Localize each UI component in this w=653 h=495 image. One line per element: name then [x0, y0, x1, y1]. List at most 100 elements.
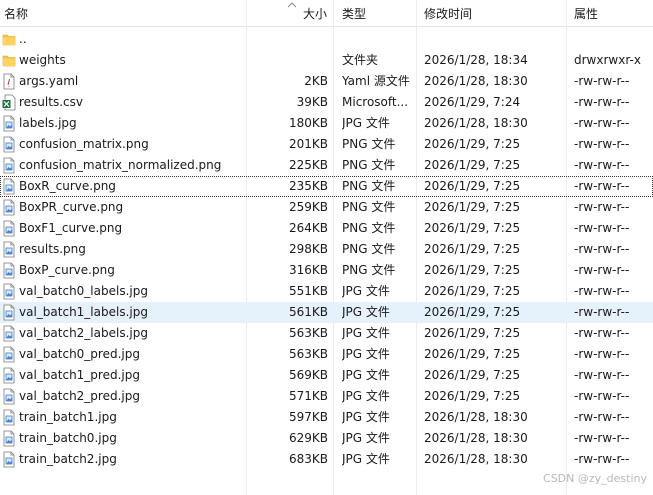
file-attributes: -rw-rw-r--	[574, 116, 630, 130]
file-attributes: -rw-rw-r--	[574, 368, 630, 382]
file-row[interactable]: train_batch2.jpg 683KB JPG 文件 2026/1/28, 18…	[0, 449, 653, 470]
column-header-attributes[interactable]: 属性	[574, 0, 598, 27]
file-row[interactable]: val_batch2_pred.jpg 571KB JPG 文件 2026/1/29,…	[0, 386, 653, 407]
sort-ascending-icon	[287, 2, 297, 8]
file-modified: 2026/1/29, 7:25	[424, 158, 521, 172]
column-header-type[interactable]: 类型	[342, 0, 366, 27]
file-name: confusion_matrix_normalized.png	[19, 158, 222, 172]
file-type: JPG 文件	[342, 326, 390, 340]
file-name: ..	[19, 32, 27, 46]
file-name: train_batch0.jpg	[19, 431, 117, 445]
file-row[interactable]: results.png 298KB PNG 文件 2026/1/29, 7:25 -rw…	[0, 239, 653, 260]
file-size	[250, 50, 328, 71]
image-file-icon	[2, 388, 16, 405]
file-row[interactable]: labels.jpg 180KB JPG 文件 2026/1/28, 18:30 -rw…	[0, 113, 653, 134]
file-type: JPG 文件	[342, 389, 390, 403]
file-type: PNG 文件	[342, 137, 396, 151]
image-file-icon	[2, 451, 16, 468]
file-row[interactable]: weights 文件夹 2026/1/28, 18:34 drwxrwxr-x	[0, 50, 653, 71]
column-header-modified[interactable]: 修改时间	[424, 0, 472, 27]
file-attributes: -rw-rw-r--	[574, 242, 630, 256]
file-modified: 2026/1/29, 7:25	[424, 179, 521, 193]
file-modified: 2026/1/29, 7:25	[424, 263, 521, 277]
file-row[interactable]: val_batch0_labels.jpg 551KB JPG 文件 2026/1/2…	[0, 281, 653, 302]
file-size: 39KB	[296, 95, 328, 109]
file-type: JPG 文件	[342, 410, 390, 424]
file-size: 629KB	[288, 431, 328, 445]
file-attributes: -rw-rw-r--	[574, 263, 630, 277]
file-size: 561KB	[288, 305, 328, 319]
file-attributes: -rw-rw-r--	[574, 326, 630, 340]
image-file-icon	[2, 157, 16, 174]
file-size: 264KB	[288, 221, 328, 235]
file-type: PNG 文件	[342, 263, 396, 277]
file-size: 597KB	[288, 410, 328, 424]
image-file-icon	[2, 199, 16, 216]
file-attributes: -rw-rw-r--	[574, 452, 630, 466]
file-attributes: -rw-rw-r--	[574, 305, 630, 319]
file-size: 563KB	[288, 326, 328, 340]
file-attributes: -rw-rw-r--	[574, 95, 630, 109]
file-type: JPG 文件	[342, 305, 390, 319]
excel-file-icon	[2, 94, 16, 111]
file-name: results.png	[19, 242, 86, 256]
file-size: 225KB	[288, 158, 328, 172]
image-file-icon	[2, 136, 16, 153]
file-modified: 2026/1/29, 7:25	[424, 242, 521, 256]
file-name: weights	[19, 53, 66, 67]
file-name: BoxR_curve.png	[19, 179, 116, 193]
column-header-name[interactable]: 名称	[4, 0, 28, 27]
file-type: JPG 文件	[342, 431, 390, 445]
file-row[interactable]: args.yaml 2KB Yaml 源文件 2026/1/28, 18:30 -rw-…	[0, 71, 653, 92]
file-size: 259KB	[288, 200, 328, 214]
file-type: JPG 文件	[342, 452, 390, 466]
file-list-pane: 名称 大小 类型 修改时间 属性 .. weights 文件夹 2026/1/28, …	[0, 0, 653, 495]
file-type	[342, 29, 412, 50]
file-type: Yaml 源文件	[342, 74, 410, 88]
image-file-icon	[2, 430, 16, 447]
file-modified: 2026/1/29, 7:25	[424, 305, 521, 319]
image-file-icon	[2, 115, 16, 132]
file-row[interactable]: train_batch1.jpg 597KB JPG 文件 2026/1/28, 18…	[0, 407, 653, 428]
file-type: JPG 文件	[342, 368, 390, 382]
file-row[interactable]: results.csv 39KB Microsoft... 2026/1/29, 7:…	[0, 92, 653, 113]
file-modified: 2026/1/28, 18:34	[424, 53, 528, 67]
file-size: 316KB	[288, 263, 328, 277]
file-name: train_batch1.jpg	[19, 410, 117, 424]
column-header-size[interactable]: 大小	[303, 0, 327, 27]
file-row[interactable]: val_batch1_labels.jpg 561KB JPG 文件 2026/1/2…	[0, 302, 653, 323]
file-name: BoxPR_curve.png	[19, 200, 124, 214]
file-attributes: -rw-rw-r--	[574, 158, 630, 172]
file-row[interactable]: val_batch0_pred.jpg 563KB JPG 文件 2026/1/29,…	[0, 344, 653, 365]
file-modified: 2026/1/28, 18:30	[424, 410, 528, 424]
file-modified: 2026/1/29, 7:25	[424, 347, 521, 361]
file-name: val_batch0_pred.jpg	[19, 347, 140, 361]
file-row[interactable]: BoxP_curve.png 316KB PNG 文件 2026/1/29, 7:25…	[0, 260, 653, 281]
image-file-icon	[2, 178, 16, 195]
file-type: 文件夹	[342, 53, 379, 67]
file-type: JPG 文件	[342, 116, 390, 130]
file-row[interactable]: confusion_matrix_normalized.png 225KB PNG …	[0, 155, 653, 176]
file-type: JPG 文件	[342, 347, 390, 361]
file-attributes: -rw-rw-r--	[574, 221, 630, 235]
file-row[interactable]: BoxR_curve.png 235KB PNG 文件 2026/1/29, 7:25…	[0, 176, 653, 197]
file-size: 563KB	[288, 347, 328, 361]
file-row[interactable]: BoxPR_curve.png 259KB PNG 文件 2026/1/29, 7:2…	[0, 197, 653, 218]
file-attributes: -rw-rw-r--	[574, 200, 630, 214]
file-type: JPG 文件	[342, 284, 390, 298]
file-attributes: -rw-rw-r--	[574, 179, 630, 193]
file-row[interactable]: val_batch1_pred.jpg 569KB JPG 文件 2026/1/29,…	[0, 365, 653, 386]
file-modified: 2026/1/28, 18:30	[424, 116, 528, 130]
file-modified: 2026/1/29, 7:25	[424, 221, 521, 235]
file-size: 2KB	[304, 74, 328, 88]
file-row[interactable]: BoxF1_curve.png 264KB PNG 文件 2026/1/29, 7:2…	[0, 218, 653, 239]
file-size: 201KB	[288, 137, 328, 151]
file-row[interactable]: confusion_matrix.png 201KB PNG 文件 2026/1/29…	[0, 134, 653, 155]
folder-icon	[2, 52, 16, 69]
file-row[interactable]: val_batch2_labels.jpg 563KB JPG 文件 2026/1/2…	[0, 323, 653, 344]
file-name: BoxP_curve.png	[19, 263, 115, 277]
image-file-icon	[2, 220, 16, 237]
image-file-icon	[2, 409, 16, 426]
file-row[interactable]: train_batch0.jpg 629KB JPG 文件 2026/1/28, 18…	[0, 428, 653, 449]
file-row[interactable]: ..	[0, 29, 653, 50]
